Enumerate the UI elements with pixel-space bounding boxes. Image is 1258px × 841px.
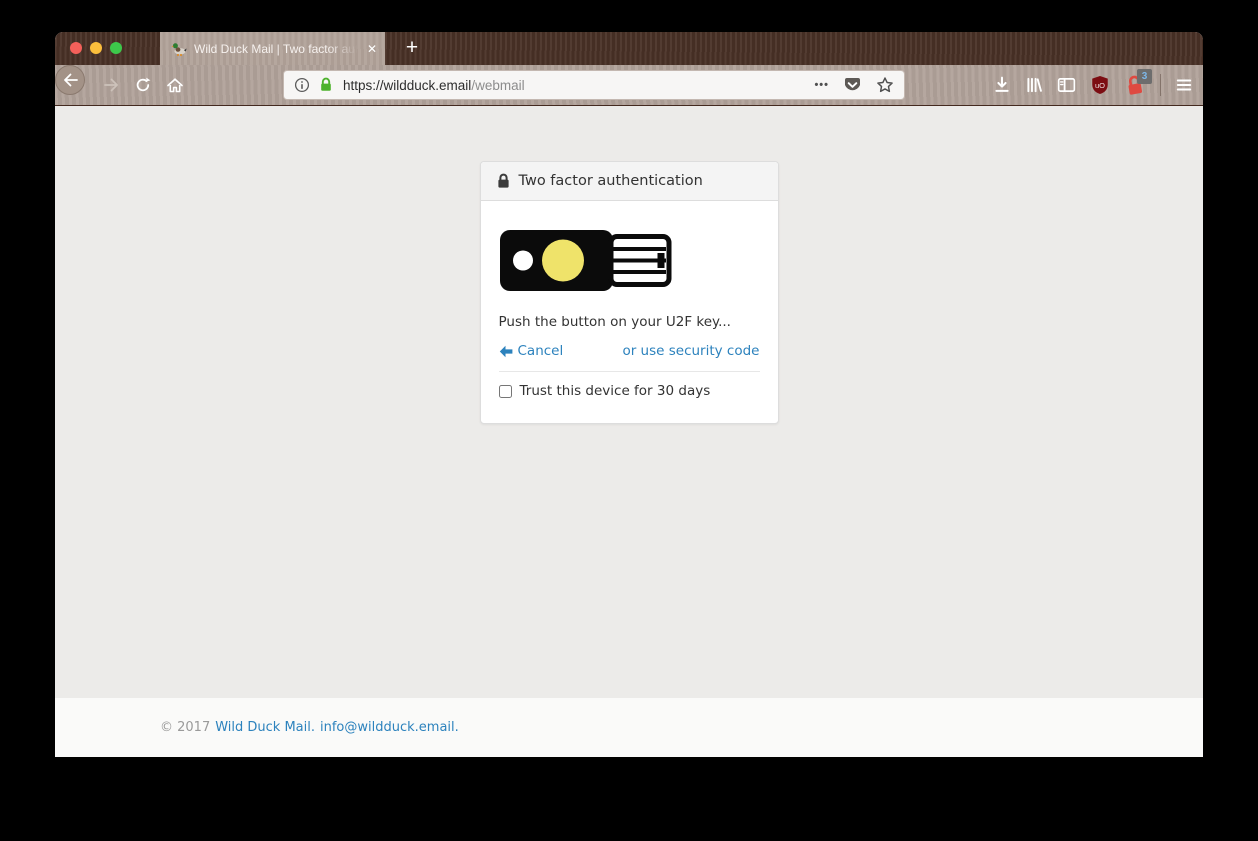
- close-window-button[interactable]: [70, 42, 82, 54]
- bookmark-star-icon[interactable]: [876, 76, 894, 94]
- tab-wild-duck-mail[interactable]: Wild Duck Mail | Two factor auth ✕: [160, 32, 385, 65]
- https-lock-icon[interactable]: [318, 77, 334, 93]
- page-footer: © 2017 Wild Duck Mail. info@wildduck.ema…: [55, 698, 1203, 757]
- site-info-icon[interactable]: [294, 77, 310, 93]
- maximize-window-button[interactable]: [110, 42, 122, 54]
- brand-link[interactable]: Wild Duck Mail.: [215, 720, 315, 735]
- duck-favicon-icon: [171, 41, 187, 57]
- copyright-text: © 2017: [160, 720, 210, 735]
- use-security-code-link[interactable]: or use security code: [622, 343, 759, 359]
- screenshot-stage: Wild Duck Mail | Two factor auth ✕ +: [0, 0, 1258, 841]
- page-actions-icon[interactable]: •••: [814, 79, 829, 91]
- menu-hamburger-icon[interactable]: [1175, 76, 1193, 94]
- url-text: https://wildduck.email/webmail: [343, 78, 525, 93]
- home-button[interactable]: [163, 73, 187, 97]
- url-host: https://wildduck.email: [343, 78, 471, 93]
- privacy-extension-button[interactable]: 3: [1124, 73, 1146, 97]
- reload-icon: [134, 76, 152, 94]
- page-content: Two factor authentication Push the butto…: [55, 106, 1203, 698]
- back-arrow-icon: [62, 72, 79, 88]
- extension-badge-count: 3: [1137, 69, 1152, 84]
- forward-button[interactable]: [99, 73, 123, 97]
- cancel-label: Cancel: [518, 343, 564, 359]
- back-arrow-icon: [499, 345, 513, 358]
- card-divider: [499, 371, 760, 372]
- navigation-toolbar: https://wildduck.email/webmail •••: [55, 65, 1203, 106]
- trust-device-row: Trust this device for 30 days: [499, 383, 760, 399]
- sidebar-toggle-icon[interactable]: [1057, 76, 1076, 94]
- trust-device-label: Trust this device for 30 days: [520, 383, 711, 399]
- lock-icon: [496, 173, 511, 189]
- card-body: Push the button on your U2F key... Cance…: [481, 201, 778, 423]
- downloads-icon[interactable]: [993, 76, 1011, 94]
- url-bar[interactable]: https://wildduck.email/webmail •••: [283, 70, 905, 100]
- u2f-instruction: Push the button on your U2F key...: [499, 314, 760, 330]
- tab-bar: Wild Duck Mail | Two factor auth ✕ +: [55, 32, 1203, 65]
- tab-title: Wild Duck Mail | Two factor auth: [194, 42, 361, 56]
- forward-arrow-icon: [103, 77, 120, 93]
- url-path: /webmail: [471, 78, 524, 93]
- toolbar-separator: [1160, 74, 1161, 96]
- card-title: Two factor authentication: [519, 173, 703, 189]
- reload-button[interactable]: [131, 73, 155, 97]
- browser-window: Wild Duck Mail | Two factor auth ✕ +: [55, 32, 1203, 757]
- trust-device-checkbox[interactable]: [499, 385, 512, 398]
- window-controls: [70, 42, 122, 54]
- home-icon: [166, 77, 184, 94]
- library-icon[interactable]: [1025, 76, 1043, 94]
- ublock-origin-icon[interactable]: uO: [1090, 75, 1110, 95]
- action-links-row: Cancel or use security code: [499, 343, 760, 359]
- two-factor-card: Two factor authentication Push the butto…: [480, 161, 779, 424]
- new-tab-button[interactable]: +: [397, 34, 427, 64]
- cancel-link[interactable]: Cancel: [499, 343, 564, 359]
- card-header: Two factor authentication: [481, 162, 778, 201]
- pocket-icon[interactable]: [843, 76, 862, 95]
- minimize-window-button[interactable]: [90, 42, 102, 54]
- tab-close-icon[interactable]: ✕: [367, 43, 377, 55]
- u2f-key-image: [499, 223, 674, 298]
- toolbar-extensions-area: uO 3: [993, 65, 1193, 105]
- svg-text:uO: uO: [1095, 81, 1105, 90]
- back-button[interactable]: [55, 65, 85, 95]
- contact-email-link[interactable]: info@wildduck.email.: [320, 720, 459, 735]
